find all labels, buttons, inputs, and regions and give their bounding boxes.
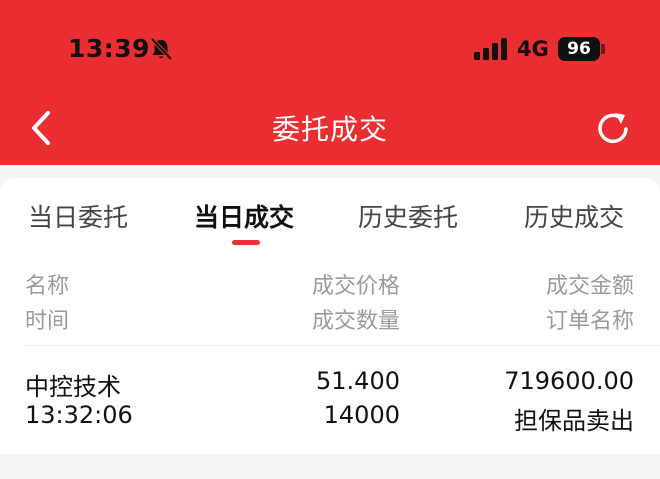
row-amount: 719600.00	[504, 367, 634, 395]
col-header-time: 时间	[25, 309, 70, 334]
tab-history-deals[interactable]: 历史成交	[524, 198, 624, 234]
tab-today-deals[interactable]: 当日成交	[194, 198, 294, 234]
col-header-name: 名称	[25, 274, 70, 299]
network-type: 4G	[517, 37, 549, 61]
row-quantity: 14000	[323, 401, 400, 429]
refresh-icon[interactable]	[594, 110, 632, 148]
col-header-amount: 成交金额	[545, 274, 634, 299]
row-time: 13:32:06	[25, 401, 133, 429]
col-header-price: 成交价格	[311, 274, 400, 299]
active-tab-indicator	[232, 240, 260, 245]
tab-history-orders[interactable]: 历史委托	[358, 198, 458, 234]
header-divider	[24, 345, 660, 346]
row-stock-name: 中控技术	[25, 373, 121, 401]
row-price: 51.400	[316, 367, 400, 395]
tab-today-orders[interactable]: 当日委托	[28, 198, 128, 234]
col-header-order-type: 订单名称	[545, 309, 634, 334]
battery-tip	[601, 44, 605, 54]
row-order-type: 担保品卖出	[514, 407, 634, 435]
status-time: 13:39	[68, 34, 151, 63]
page-title: 委托成交	[271, 113, 388, 146]
signal-icon	[474, 38, 507, 60]
battery-icon: 96	[558, 37, 600, 61]
bell-muted-icon	[150, 37, 173, 61]
col-header-quantity: 成交数量	[311, 309, 400, 334]
